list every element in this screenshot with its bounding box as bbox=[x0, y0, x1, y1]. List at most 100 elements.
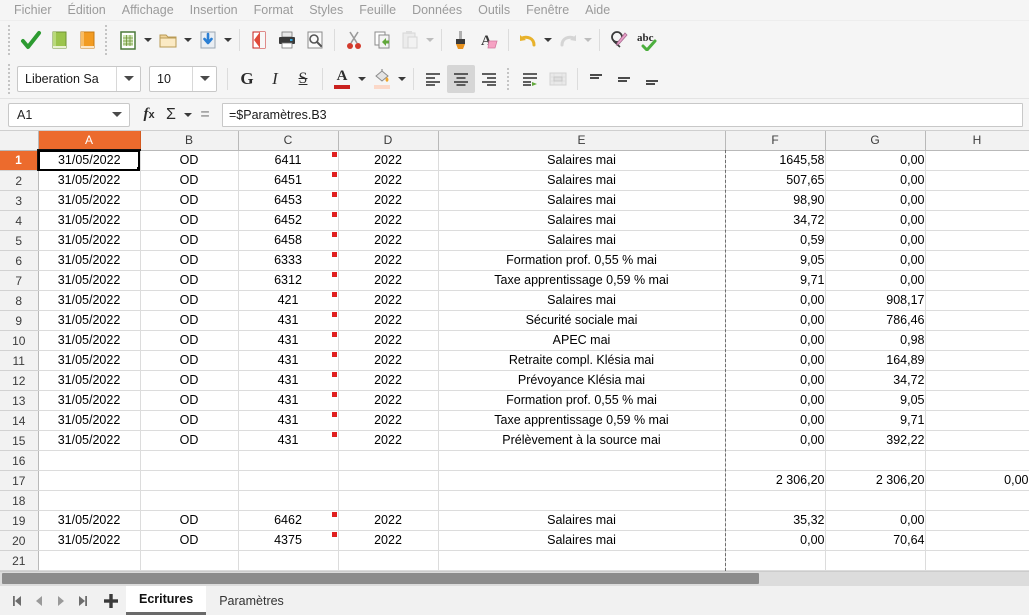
cell-D14[interactable]: 2022 bbox=[338, 411, 438, 431]
cell-E9[interactable]: Sécurité sociale mai bbox=[438, 311, 725, 331]
menu-item-feuille[interactable]: Feuille bbox=[351, 0, 404, 21]
menu-item-fichier[interactable]: Fichier bbox=[6, 0, 60, 21]
undo-dropdown-icon[interactable] bbox=[542, 26, 554, 54]
cell-G5[interactable]: 0,00 bbox=[825, 231, 925, 251]
cell-D4[interactable]: 2022 bbox=[338, 211, 438, 231]
align-left-button[interactable] bbox=[419, 65, 447, 93]
cell-D16[interactable] bbox=[338, 451, 438, 471]
cell-E14[interactable]: Taxe apprentissage 0,59 % mai bbox=[438, 411, 725, 431]
cell-G16[interactable] bbox=[825, 451, 925, 471]
cell-A5[interactable]: 31/05/2022 bbox=[38, 231, 140, 251]
cell-E13[interactable]: Formation prof. 0,55 % mai bbox=[438, 391, 725, 411]
cell-A8[interactable]: 31/05/2022 bbox=[38, 291, 140, 311]
row-header-3[interactable]: 3 bbox=[0, 191, 38, 211]
cell-F18[interactable] bbox=[725, 491, 825, 511]
cell-C18[interactable] bbox=[238, 491, 338, 511]
cell-C3[interactable]: 6453 bbox=[238, 191, 338, 211]
cell-H19[interactable] bbox=[925, 511, 1029, 531]
cell-C13[interactable]: 431 bbox=[238, 391, 338, 411]
cell-C1[interactable]: 6411 bbox=[238, 150, 338, 171]
cell-B9[interactable]: OD bbox=[140, 311, 238, 331]
column-header-f[interactable]: F bbox=[725, 131, 825, 150]
horizontal-scrollbar-thumb[interactable] bbox=[2, 573, 759, 584]
row-header-14[interactable]: 14 bbox=[0, 411, 38, 431]
row-header-13[interactable]: 13 bbox=[0, 391, 38, 411]
cell-F7[interactable]: 9,71 bbox=[725, 271, 825, 291]
cell-A10[interactable]: 31/05/2022 bbox=[38, 331, 140, 351]
cell-G19[interactable]: 0,00 bbox=[825, 511, 925, 531]
cell-A4[interactable]: 31/05/2022 bbox=[38, 211, 140, 231]
cell-C12[interactable]: 431 bbox=[238, 371, 338, 391]
cell-A13[interactable]: 31/05/2022 bbox=[38, 391, 140, 411]
cell-E16[interactable] bbox=[438, 451, 725, 471]
cell-C5[interactable]: 6458 bbox=[238, 231, 338, 251]
menu-item-edition[interactable]: Édition bbox=[60, 0, 114, 21]
cell-C17[interactable] bbox=[238, 471, 338, 491]
format-toolbar-grip-2[interactable] bbox=[506, 67, 513, 91]
cell-B12[interactable]: OD bbox=[140, 371, 238, 391]
cell-F6[interactable]: 9,05 bbox=[725, 251, 825, 271]
cell-G14[interactable]: 9,71 bbox=[825, 411, 925, 431]
cell-H10[interactable] bbox=[925, 331, 1029, 351]
cell-H4[interactable] bbox=[925, 211, 1029, 231]
export-pdf-icon[interactable] bbox=[245, 26, 273, 54]
cell-F10[interactable]: 0,00 bbox=[725, 331, 825, 351]
row-header-5[interactable]: 5 bbox=[0, 231, 38, 251]
row-header-21[interactable]: 21 bbox=[0, 551, 38, 571]
name-box[interactable]: A1 bbox=[8, 103, 130, 127]
highlight-color-button[interactable] bbox=[368, 65, 396, 93]
cell-F20[interactable]: 0,00 bbox=[725, 531, 825, 551]
cell-B18[interactable] bbox=[140, 491, 238, 511]
cell-A6[interactable]: 31/05/2022 bbox=[38, 251, 140, 271]
cell-H6[interactable] bbox=[925, 251, 1029, 271]
cell-B17[interactable] bbox=[140, 471, 238, 491]
font-size-combo[interactable]: 10 bbox=[149, 66, 217, 92]
font-name-combo[interactable]: Liberation Sa bbox=[17, 66, 141, 92]
cell-E7[interactable]: Taxe apprentissage 0,59 % mai bbox=[438, 271, 725, 291]
cell-C6[interactable]: 6333 bbox=[238, 251, 338, 271]
font-color-dropdown-icon[interactable] bbox=[356, 65, 368, 93]
cell-A15[interactable]: 31/05/2022 bbox=[38, 431, 140, 451]
cell-C10[interactable]: 431 bbox=[238, 331, 338, 351]
bold-button[interactable]: G bbox=[233, 65, 261, 93]
row-header-12[interactable]: 12 bbox=[0, 371, 38, 391]
cell-F17[interactable]: 2 306,20 bbox=[725, 471, 825, 491]
cell-H15[interactable] bbox=[925, 431, 1029, 451]
cell-F19[interactable]: 35,32 bbox=[725, 511, 825, 531]
cell-G17[interactable]: 2 306,20 bbox=[825, 471, 925, 491]
row-header-20[interactable]: 20 bbox=[0, 531, 38, 551]
cell-E4[interactable]: Salaires mai bbox=[438, 211, 725, 231]
cell-E17[interactable] bbox=[438, 471, 725, 491]
wrap-text-button[interactable] bbox=[516, 65, 544, 93]
cell-B21[interactable] bbox=[140, 551, 238, 571]
cell-G3[interactable]: 0,00 bbox=[825, 191, 925, 211]
cell-A18[interactable] bbox=[38, 491, 140, 511]
cell-C14[interactable]: 431 bbox=[238, 411, 338, 431]
spreadsheet-grid[interactable]: ABCDEFGH 131/05/2022OD64112022Salaires m… bbox=[0, 131, 1029, 571]
cell-A12[interactable]: 31/05/2022 bbox=[38, 371, 140, 391]
cell-G13[interactable]: 9,05 bbox=[825, 391, 925, 411]
cell-C20[interactable]: 4375 bbox=[238, 531, 338, 551]
cell-F9[interactable]: 0,00 bbox=[725, 311, 825, 331]
cell-A7[interactable]: 31/05/2022 bbox=[38, 271, 140, 291]
menu-item-format[interactable]: Format bbox=[246, 0, 302, 21]
cell-F2[interactable]: 507,65 bbox=[725, 171, 825, 191]
cell-H3[interactable] bbox=[925, 191, 1029, 211]
cell-G8[interactable]: 908,17 bbox=[825, 291, 925, 311]
cell-H18[interactable] bbox=[925, 491, 1029, 511]
row-header-9[interactable]: 9 bbox=[0, 311, 38, 331]
cell-E10[interactable]: APEC mai bbox=[438, 331, 725, 351]
cell-D19[interactable]: 2022 bbox=[338, 511, 438, 531]
row-header-10[interactable]: 10 bbox=[0, 331, 38, 351]
add-sheet-button[interactable] bbox=[96, 586, 126, 615]
cell-F15[interactable]: 0,00 bbox=[725, 431, 825, 451]
row-header-4[interactable]: 4 bbox=[0, 211, 38, 231]
cell-F11[interactable]: 0,00 bbox=[725, 351, 825, 371]
cell-A21[interactable] bbox=[38, 551, 140, 571]
column-header-c[interactable]: C bbox=[238, 131, 338, 150]
cell-B3[interactable]: OD bbox=[140, 191, 238, 211]
cell-E12[interactable]: Prévoyance Klésia mai bbox=[438, 371, 725, 391]
cell-D20[interactable]: 2022 bbox=[338, 531, 438, 551]
underline-button[interactable]: S bbox=[289, 65, 317, 93]
save-dropdown-icon[interactable] bbox=[222, 26, 234, 54]
